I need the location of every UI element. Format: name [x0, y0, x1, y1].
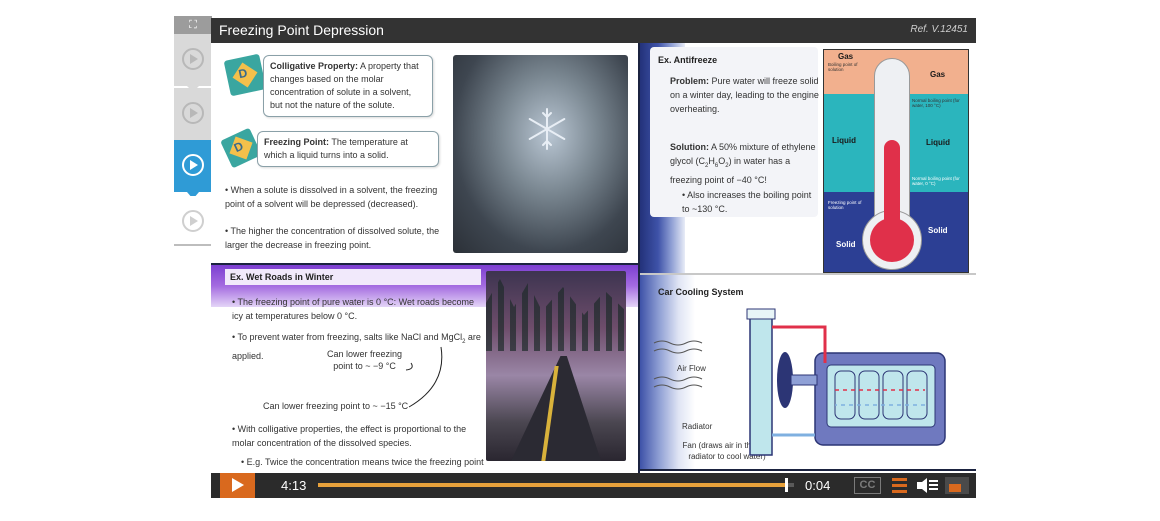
player-controls: 4:13 0:04 CC — [211, 473, 976, 498]
colligative-definition: Colligative Property: A property that ch… — [263, 55, 433, 117]
book-icon: D — [223, 53, 267, 97]
panel-bottom-edge — [640, 469, 976, 471]
fullscreen-icon — [949, 484, 961, 492]
snowflake-photo — [453, 55, 628, 253]
bullet-text: • With colligative properties, the effec… — [232, 424, 467, 448]
play-icon — [232, 478, 244, 492]
fullscreen-button[interactable] — [945, 477, 969, 494]
phase-label: Liquid — [926, 138, 950, 147]
chapter-item-4[interactable] — [174, 196, 212, 248]
antifreeze-panel: Ex. Antifreeze Problem: Pure water will … — [640, 43, 976, 273]
bullet-text: • When a solute is dissolved in a solven… — [225, 185, 438, 209]
video-title: Freezing Point Depression — [219, 22, 384, 38]
cooling-system-panel: Car Cooling System Air Flow Radiator Fan… — [640, 275, 976, 471]
transcript-menu-icon[interactable] — [892, 478, 907, 493]
annotation-note: Can lower freezing point to ~ −9 °C — [327, 349, 403, 371]
play-icon — [190, 160, 198, 170]
seek-bar[interactable] — [318, 483, 794, 487]
normal-boiling-point-label: Normal boiling point (for water, 100 °C) — [912, 98, 960, 108]
phase-label: Liquid — [832, 136, 856, 145]
annotation-arrows — [405, 346, 443, 408]
chapter-item-3[interactable] — [174, 140, 212, 192]
engine-cooling-diagram — [746, 308, 946, 456]
wet-roads-panel: Ex. Wet Roads in Winter • The freezing p… — [211, 265, 638, 471]
freezing-point-definition: Freezing Point: The temperature at which… — [257, 131, 439, 167]
radiator-label: Radiator — [682, 422, 713, 431]
section-heading: Ex. Antifreeze — [658, 55, 718, 65]
seek-handle[interactable] — [785, 478, 789, 492]
bullet-text: • The higher the concentration of dissol… — [225, 226, 440, 250]
boiling-point-solution-label: Boiling point of solution — [828, 62, 858, 72]
captions-button[interactable]: CC — [854, 477, 881, 494]
bullet-text: • E.g. Twice the concentration means twi… — [241, 457, 484, 467]
solution-text: Solution: A 50% mixture of ethylene glyc… — [670, 142, 816, 185]
title-bar: Freezing Point Depression Ref. V.12451 — [211, 18, 976, 43]
phase-label: Solid — [928, 226, 948, 235]
chapter-nav: ⛶ — [174, 16, 212, 248]
remaining-time: 0:04 — [805, 478, 831, 493]
chapter-item-1[interactable] — [174, 34, 212, 86]
annotation-note: Can lower freezing point to ~ −15 °C — [263, 401, 409, 411]
normal-freezing-point-label: Normal boiling point (for water, 0 °C) — [912, 176, 960, 186]
term-label: Freezing Point: — [264, 137, 329, 147]
lesson-viewer: ⛶ Freezing Point Depression Ref. V.12451 — [0, 0, 1160, 521]
video-player[interactable]: Freezing Point Depression Ref. V.12451 D… — [211, 18, 976, 498]
play-icon — [190, 54, 198, 64]
definitions-panel: D D Colligative Property: A property tha… — [211, 43, 638, 263]
current-time: 4:13 — [281, 478, 307, 493]
air-flow-label: Air Flow — [677, 364, 706, 373]
chapter-item-2[interactable] — [174, 88, 212, 140]
phase-thermometer-diagram: Gas Boiling point of solution Gas Normal… — [823, 49, 969, 273]
volume-icon[interactable] — [915, 476, 939, 495]
play-button[interactable] — [220, 473, 255, 498]
expand-icon[interactable]: ⛶ — [174, 16, 212, 34]
seek-progress — [318, 483, 787, 487]
phase-label: Gas — [838, 52, 854, 61]
bullet-text: • The freezing point of pure water is 0 … — [232, 297, 475, 321]
book-icon: D — [220, 127, 262, 169]
term-label: Colligative Property: — [270, 61, 359, 71]
phase-label: Gas — [930, 70, 946, 79]
nav-divider — [174, 244, 212, 246]
bullet-text: • Also increases the boiling point to ~1… — [682, 190, 812, 214]
play-icon — [190, 216, 198, 226]
phase-label: Solid — [836, 240, 856, 249]
section-heading: Ex. Wet Roads in Winter — [230, 272, 334, 282]
mercury-bulb — [870, 218, 914, 262]
snowflake-icon — [528, 108, 566, 150]
reference-id: Ref. V.12451 — [910, 24, 968, 35]
road-photo — [486, 271, 626, 461]
section-heading: Car Cooling System — [658, 287, 744, 297]
freezing-point-solution-label: Freezing point of solution — [828, 200, 862, 210]
problem-text: Problem: Pure water will freeze solid on… — [670, 76, 819, 114]
play-icon — [190, 108, 198, 118]
